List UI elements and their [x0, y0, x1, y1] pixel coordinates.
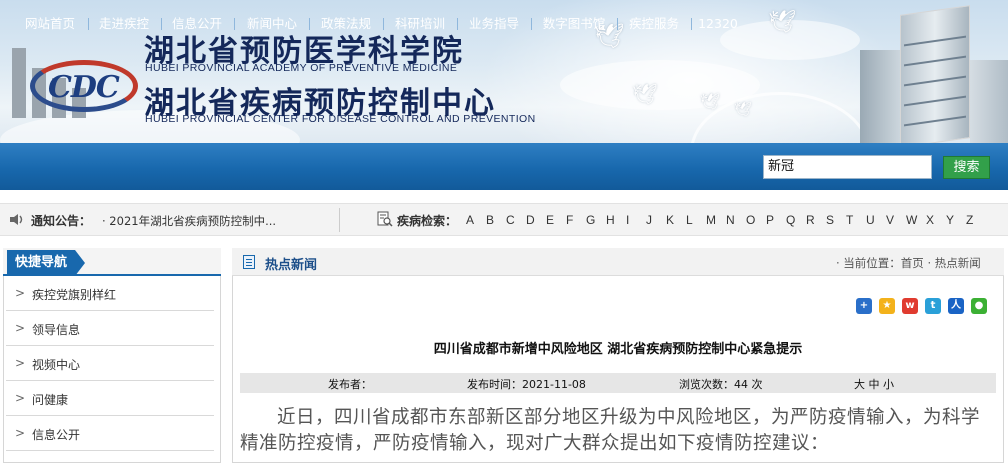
search-input[interactable]: 新冠 [763, 155, 932, 179]
sidebar-item-health[interactable]: > 问健康 [6, 382, 214, 416]
letter-index-s[interactable]: S [826, 213, 834, 227]
nav-separator [691, 18, 692, 30]
center-title-en: HUBEI PROVINCIAL CENTER FOR DISEASE CONT… [145, 113, 536, 125]
letter-index-z[interactable]: Z [966, 213, 973, 227]
sidebar-item-label: 领导信息 [32, 323, 81, 337]
letter-index-j[interactable]: J [646, 213, 652, 227]
qzone-icon[interactable]: ★ [879, 298, 895, 314]
meta-date: 发布时间：2021-11-08 [467, 378, 586, 391]
letter-index-q[interactable]: Q [786, 213, 795, 227]
nav-hotline[interactable]: 12320 [698, 0, 738, 47]
nav-guidance[interactable]: 业务指导 [464, 0, 524, 47]
document-icon [243, 255, 255, 269]
letter-index-m[interactable]: M [706, 213, 716, 227]
letter-index-p[interactable]: P [766, 213, 774, 227]
sidebar-item-party[interactable]: > 疾控党旗别样红 [6, 277, 214, 311]
nav-separator [383, 18, 384, 30]
nav-news[interactable]: 新闻中心 [242, 0, 302, 47]
chevron-right-icon: > [15, 286, 26, 300]
notice-label: 通知公告： [31, 214, 92, 228]
speaker-icon [10, 214, 23, 225]
disease-search-label: 疾病检索： [397, 214, 458, 228]
plus-share-icon[interactable]: + [856, 298, 872, 314]
font-size-switcher[interactable]: 大 中 小 [854, 376, 894, 392]
nav-home[interactable]: 网站首页 [18, 0, 82, 47]
nav-separator [457, 18, 458, 30]
nav-separator [161, 18, 162, 30]
renren-icon[interactable]: 人 [948, 298, 964, 314]
letter-index-n[interactable]: N [726, 213, 735, 227]
letter-index-y[interactable]: Y [946, 213, 954, 227]
letter-index-w[interactable]: W [906, 213, 917, 227]
nav-services[interactable]: 疾控服务 [624, 0, 684, 47]
nav-about[interactable]: 走进疾控 [94, 0, 154, 47]
sidebar-item-label: 视频中心 [32, 358, 81, 372]
sidebar-item-label: 疾控党旗别样红 [32, 288, 117, 302]
letter-index-l[interactable]: L [686, 213, 693, 227]
nav-separator [88, 18, 89, 30]
letter-index-t[interactable]: T [846, 213, 853, 227]
nav-info-public[interactable]: 信息公开 [167, 0, 227, 47]
chevron-right-icon: > [15, 356, 26, 370]
article-body: 近日，四川省成都市东部新区部分地区升级为中风险地区，为严防疫情输入，为科学精准防… [240, 407, 981, 454]
letter-index-f[interactable]: F [566, 213, 573, 227]
divider [339, 208, 340, 232]
letter-index-i[interactable]: I [626, 213, 629, 227]
weibo-icon[interactable]: w [902, 298, 918, 314]
nav-separator [309, 18, 310, 30]
letter-index-u[interactable]: U [866, 213, 875, 227]
chevron-right-icon: > [15, 321, 26, 335]
letter-index-a[interactable]: A [466, 213, 474, 227]
nav-separator [531, 18, 532, 30]
letter-index-r[interactable]: R [806, 213, 815, 227]
academy-title-en: HUBEI PROVINCIAL ACADEMY OF PREVENTIVE M… [145, 62, 458, 74]
nav-separator [617, 18, 618, 30]
letter-index-b[interactable]: B [486, 213, 494, 227]
building-illustration [860, 5, 1008, 143]
letter-index-k[interactable]: K [666, 213, 674, 227]
nav-library[interactable]: 数字图书馆 [538, 0, 610, 47]
quick-nav-title: 快捷导航 [7, 250, 86, 276]
letter-index-x[interactable]: X [926, 213, 934, 227]
dove-icon: 🕊 [632, 82, 658, 106]
letter-index-o[interactable]: O [746, 213, 755, 227]
notice-link[interactable]: · 2021年湖北省疾病预防控制中... [102, 213, 276, 229]
sidebar-item-label: 问健康 [32, 393, 69, 407]
letter-index-v[interactable]: V [886, 213, 894, 227]
meta-publisher: 发布者： [328, 378, 372, 391]
dove-icon: 🕊 [700, 92, 721, 111]
sidebar-item-video[interactable]: > 视频中心 [6, 347, 214, 381]
search-button[interactable]: 搜索 [943, 156, 990, 179]
letter-index-e[interactable]: E [546, 213, 554, 227]
letter-index-c[interactable]: C [506, 213, 515, 227]
nav-policy[interactable]: 政策法规 [316, 0, 376, 47]
breadcrumb[interactable]: · 当前位置：首页 · 热点新闻 [836, 255, 981, 271]
chevron-right-icon: > [15, 426, 26, 440]
wechat-icon[interactable]: ● [971, 298, 987, 314]
sidebar-item-leaders[interactable]: > 领导信息 [6, 312, 214, 346]
meta-views: 浏览次数：44 次 [679, 378, 763, 391]
dove-icon: 🕊 [768, 10, 796, 35]
article-title: 四川省成都市新增中风险地区 湖北省疾病预防控制中心紧急提示 [433, 342, 803, 357]
letter-index-d[interactable]: D [526, 213, 535, 227]
dove-icon: 🕊 [734, 102, 752, 118]
nav-separator [234, 18, 235, 30]
letter-index-g[interactable]: G [586, 213, 595, 227]
sidebar-item-label: 信息公开 [32, 428, 81, 442]
nav-research[interactable]: 科研培训 [390, 0, 450, 47]
section-title: 热点新闻 [265, 258, 318, 273]
chevron-right-icon: > [15, 391, 26, 405]
tencent-weibo-icon[interactable]: t [925, 298, 941, 314]
letter-index-h[interactable]: H [606, 213, 615, 227]
search-doc-icon [377, 211, 393, 227]
sidebar-item-info[interactable]: > 信息公开 [6, 417, 214, 451]
logo-text: CDC [48, 70, 120, 105]
